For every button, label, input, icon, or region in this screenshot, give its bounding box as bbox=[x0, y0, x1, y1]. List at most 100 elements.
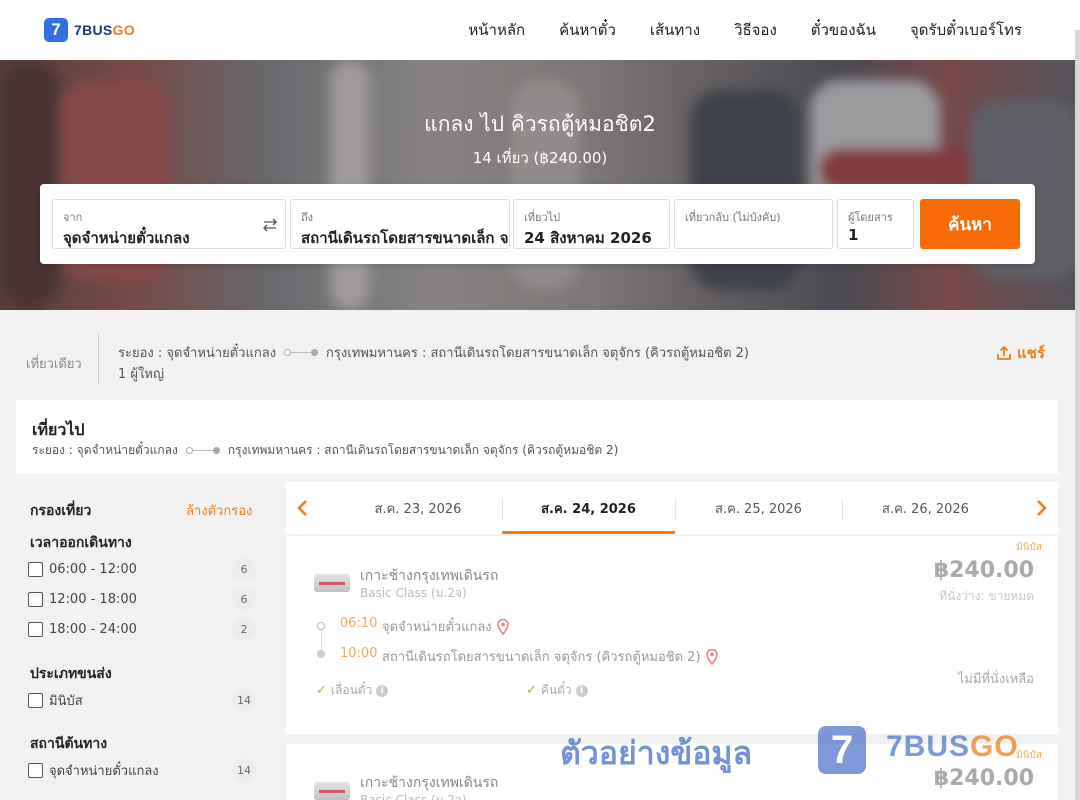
prev-date-button[interactable] bbox=[290, 494, 316, 522]
timeline-end-dot bbox=[317, 650, 325, 658]
nav-ticket-pickup[interactable]: จุดรับตั๋วเบอร์โทร bbox=[910, 18, 1022, 42]
filter-sidebar: กรองเที่ยว ล้างตัวกรอง เวลาออกเดินทาง 06… bbox=[16, 484, 271, 800]
trip-card[interactable]: มินิบัส เกาะช้างกรุงเทพเดินรถ Basic Clas… bbox=[286, 536, 1058, 734]
filter-time-afternoon[interactable]: 12:00 - 18:00 6 bbox=[28, 588, 256, 610]
refund-feature: ✓ คืนตั๋ว i bbox=[526, 681, 588, 700]
nav-search-tickets[interactable]: ค้นหาตั๋ว bbox=[559, 18, 616, 42]
clear-filters-link[interactable]: ล้างตัวกรอง bbox=[186, 500, 252, 521]
vehicle-type-badge: มินิบัส bbox=[1016, 542, 1042, 553]
date-selector: ส.ค. 23, 2026 ส.ค. 24, 2026 ส.ค. 25, 202… bbox=[286, 482, 1058, 534]
from-value: จุดจำหน่ายตั๋วแกลง bbox=[63, 229, 190, 247]
filter-count: 14 bbox=[232, 689, 256, 711]
checkbox[interactable] bbox=[28, 561, 43, 577]
checkbox[interactable] bbox=[28, 762, 43, 778]
date-tab-1[interactable]: ส.ค. 23, 2026 bbox=[334, 482, 502, 534]
summary-origin: ระยอง : จุดจำหน่ายตั๋วแกลง bbox=[118, 346, 277, 361]
watermark-brand: 7BUSGO bbox=[886, 730, 1019, 763]
filter-label: 18:00 - 24:00 bbox=[49, 621, 137, 637]
filter-time-evening[interactable]: 18:00 - 24:00 2 bbox=[28, 618, 256, 640]
filter-station-klaeng[interactable]: จุดจำหน่ายตั๋วแกลง 14 bbox=[28, 759, 256, 781]
info-icon[interactable]: i bbox=[376, 684, 389, 697]
return-date-field[interactable]: เที่ยวกลับ (ไม่บังคับ) bbox=[674, 199, 833, 249]
service-class: Basic Class (ม.2จ) bbox=[360, 586, 467, 600]
nav-my-tickets[interactable]: ตั๋วของฉัน bbox=[811, 18, 876, 42]
to-value: สถานีเดินรถโดยสารขนาดเล็ก จตุจักร bbox=[301, 229, 509, 247]
map-pin-icon[interactable] bbox=[496, 618, 509, 635]
reschedule-feature: ✓ เลื่อนตั๋ว i bbox=[316, 681, 389, 700]
check-icon: ✓ bbox=[316, 683, 327, 698]
filter-label: จุดจำหน่ายตั๋วแกลง bbox=[49, 763, 159, 779]
top-navbar: 7 7BUSGO หน้าหลัก ค้นหาตั๋ว เส้นทาง วิธี… bbox=[0, 0, 1080, 60]
filter-time-morning[interactable]: 06:00 - 12:00 6 bbox=[28, 558, 256, 580]
summary-route: ระยอง : จุดจำหน่ายตั๋วแกลง กรุงเทพมหานคร… bbox=[118, 342, 749, 363]
to-field[interactable]: ถึง สถานีเดินรถโดยสารขนาดเล็ก จตุจักร bbox=[290, 199, 510, 249]
arrive-time: 10:00 bbox=[340, 646, 378, 661]
outbound-destination: กรุงเทพมหานคร : สถานีเดินรถโดยสารขนาดเล็… bbox=[227, 443, 619, 457]
filter-label: มินิบัส bbox=[49, 693, 83, 709]
map-pin-icon[interactable] bbox=[705, 648, 718, 665]
filter-type-minibus[interactable]: มินิบัส 14 bbox=[28, 689, 256, 711]
operator-logo bbox=[314, 574, 350, 592]
brand-logo[interactable]: 7 7BUSGO bbox=[44, 18, 135, 42]
filter-label: 12:00 - 18:00 bbox=[49, 591, 137, 607]
checkbox[interactable] bbox=[28, 591, 43, 607]
nav-routes[interactable]: เส้นทาง bbox=[650, 18, 700, 42]
nav-how-to-book[interactable]: วิธีจอง bbox=[734, 18, 777, 42]
arrive-stop: สถานีเดินรถโดยสารขนาดเล็ก จตุจักร (คิวรถ… bbox=[382, 646, 718, 667]
check-icon: ✓ bbox=[526, 683, 537, 698]
filter-count: 2 bbox=[232, 618, 256, 640]
checkbox[interactable] bbox=[28, 692, 43, 708]
depart-time: 06:10 bbox=[340, 616, 378, 631]
next-date-button[interactable] bbox=[1028, 494, 1054, 522]
date-tab-2[interactable]: ส.ค. 24, 2026 bbox=[502, 482, 675, 534]
depart-label: เที่ยวไป bbox=[524, 211, 561, 224]
depart-value: 24 สิงหาคม 2026 bbox=[524, 229, 652, 247]
timeline-line bbox=[321, 630, 322, 650]
outbound-header: เที่ยวไป ระยอง : จุดจำหน่ายตั๋วแกลง กรุง… bbox=[16, 400, 1058, 474]
date-tab-3[interactable]: ส.ค. 25, 2026 bbox=[675, 482, 842, 534]
from-field[interactable]: จาก จุดจำหน่ายตั๋วแกลง bbox=[52, 199, 286, 249]
departure-time-title: เวลาออกเดินทาง bbox=[30, 535, 132, 551]
filter-title: กรองเที่ยว bbox=[30, 503, 92, 519]
filter-label: 06:00 - 12:00 bbox=[49, 561, 137, 577]
outbound-route: ระยอง : จุดจำหน่ายตั๋วแกลง กรุงเทพมหานคร… bbox=[32, 441, 618, 460]
trip-summary: เที่ยวเดียว ระยอง : จุดจำหน่ายตั๋วแกลง ก… bbox=[0, 311, 1075, 391]
trip-price: ฿240.00 bbox=[933, 558, 1034, 583]
search-form: จาก จุดจำหน่ายตั๋วแกลง ถึง สถานีเดินรถโด… bbox=[40, 184, 1035, 264]
chevron-right-icon bbox=[1037, 500, 1047, 516]
sample-data-watermark: ตัวอย่างข้อมูล bbox=[560, 734, 753, 772]
service-class: Basic Class (ม.2จ) bbox=[360, 793, 467, 800]
date-tab-4[interactable]: ส.ค. 26, 2026 bbox=[842, 482, 1009, 534]
route-title: แกลง ไป คิวรถตู้หมอชิต2 bbox=[424, 112, 656, 136]
watermark-logo-mark: 7 bbox=[818, 726, 866, 774]
filter-count: 6 bbox=[232, 588, 256, 610]
chevron-left-icon bbox=[297, 500, 307, 516]
return-label: เที่ยวกลับ (ไม่บังคับ) bbox=[685, 211, 781, 224]
trip-type: เที่ยวเดียว bbox=[26, 357, 82, 372]
page-scrollbar[interactable] bbox=[1075, 30, 1080, 800]
timeline-start-dot bbox=[317, 622, 325, 630]
swap-icon[interactable] bbox=[261, 216, 279, 234]
info-icon[interactable]: i bbox=[575, 684, 588, 697]
route-connector-icon bbox=[284, 349, 319, 356]
sold-out-status: ไม่มีที่นั่งเหลือ bbox=[957, 672, 1034, 687]
summary-destination: กรุงเทพมหานคร : สถานีเดินรถโดยสารขนาดเล็… bbox=[326, 346, 749, 361]
passenger-label: ผู้โดยสาร bbox=[848, 211, 893, 224]
depart-date-field[interactable]: เที่ยวไป 24 สิงหาคม 2026 bbox=[513, 199, 670, 249]
trip-price: ฿240.00 bbox=[933, 766, 1034, 791]
search-button[interactable]: ค้นหา bbox=[920, 199, 1020, 249]
checkbox[interactable] bbox=[28, 621, 43, 637]
passenger-value: 1 bbox=[848, 226, 859, 244]
passenger-summary: 1 ผู้ใหญ่ bbox=[118, 367, 165, 382]
route-subtitle: 14 เที่ยว (฿240.00) bbox=[472, 149, 608, 167]
to-label: ถึง bbox=[301, 211, 314, 224]
vehicle-type-badge: มินิบัส bbox=[1016, 750, 1042, 761]
depart-stop: จุดจำหน่ายตั๋วแกลง bbox=[382, 616, 509, 637]
share-button[interactable]: แชร์ bbox=[996, 341, 1045, 365]
seat-availability: ที่นั่งว่าง: ขายหมด bbox=[939, 589, 1034, 603]
logo-mark: 7 bbox=[44, 18, 68, 42]
from-label: จาก bbox=[63, 211, 83, 224]
nav-home[interactable]: หน้าหลัก bbox=[468, 18, 525, 42]
passenger-field[interactable]: ผู้โดยสาร 1 bbox=[837, 199, 914, 249]
outbound-origin: ระยอง : จุดจำหน่ายตั๋วแกลง bbox=[32, 443, 178, 457]
